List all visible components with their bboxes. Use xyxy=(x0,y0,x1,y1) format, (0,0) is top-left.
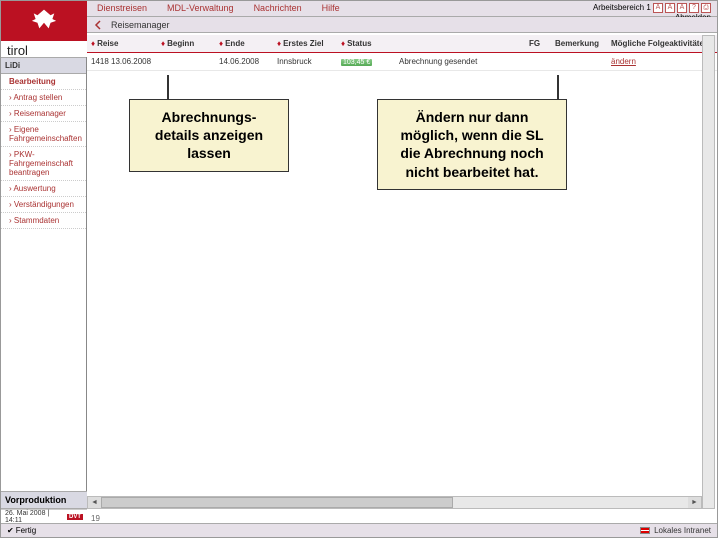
footer-date: 26. Mai 2008 | 14:11 xyxy=(5,510,67,524)
help-icon[interactable]: ? xyxy=(689,3,699,13)
annotation-right: Ändern nur dann möglich, wenn die SL die… xyxy=(377,99,567,190)
menu-dienstreisen[interactable]: Dienstreisen xyxy=(87,1,157,16)
table-row[interactable]: 1418 13.06.2008 14.06.2008 Innsbruck 103… xyxy=(87,53,717,71)
back-icon[interactable] xyxy=(91,19,107,31)
menu-hilfe[interactable]: Hilfe xyxy=(312,1,350,16)
th-ziel[interactable]: ♦Erstes Ziel xyxy=(273,37,337,50)
th-aktivitaeten[interactable]: Mögliche Folgeaktivitäten xyxy=(607,37,717,50)
logo: tirol xyxy=(1,1,87,57)
main-content: ♦Reise ♦Beginn ♦Ende ♦Erstes Ziel ♦Statu… xyxy=(87,35,717,509)
scroll-left-icon[interactable]: ◄ xyxy=(88,497,101,508)
done-icon: ✔ xyxy=(7,526,14,535)
sidebar-head: LiDi xyxy=(1,57,86,74)
table-header: ♦Reise ♦Beginn ♦Ende ♦Erstes Ziel ♦Statu… xyxy=(87,35,717,53)
sidebar-item-pkw[interactable]: PKW-Fahrgemeinschaft beantragen xyxy=(1,147,86,181)
sidebar-section: Bearbeitung xyxy=(1,74,86,90)
th-ende[interactable]: ♦Ende xyxy=(215,37,273,50)
horizontal-scrollbar[interactable]: ◄ ► xyxy=(87,496,702,509)
zoom-out-icon[interactable]: A xyxy=(653,3,663,13)
cell-reise: 1418 13.06.2008 xyxy=(87,55,157,68)
cell-ziel: Innsbruck xyxy=(273,55,337,68)
page-number: 19 xyxy=(91,514,100,523)
th-status[interactable]: ♦Status xyxy=(337,37,395,50)
cell-status-badge: 103,45 € xyxy=(337,55,395,68)
sidebar-item-reisemanager[interactable]: Reisemanager xyxy=(1,106,86,122)
status-net: Lokales Intranet xyxy=(654,526,711,535)
sidebar-item-fahrgemeinschaften[interactable]: Eigene Fahrgemeinschaften xyxy=(1,122,86,147)
scrollbar-thumb[interactable] xyxy=(101,497,453,508)
sidebar-item-verstaendigungen[interactable]: Verständigungen xyxy=(1,197,86,213)
sidebar: LiDi Bearbeitung Antrag stellen Reiseman… xyxy=(1,57,87,509)
th-fg[interactable]: FG xyxy=(525,37,551,50)
footer-dvt: DVT xyxy=(67,514,83,520)
th-bemerkung[interactable]: Bemerkung xyxy=(551,37,607,50)
cell-fg xyxy=(525,60,551,64)
sidebar-foot: Vorproduktion xyxy=(1,491,87,509)
breadcrumb: Reisemanager xyxy=(87,17,717,33)
cell-ende: 14.06.2008 xyxy=(215,55,273,68)
status-done: Fertig xyxy=(16,526,36,535)
sidebar-item-stammdaten[interactable]: Stammdaten xyxy=(1,213,86,229)
eagle-icon xyxy=(1,1,87,37)
annotation-line-left xyxy=(167,75,169,99)
cell-status-text: Abrechnung gesendet xyxy=(395,55,525,68)
th-beginn[interactable]: ♦Beginn xyxy=(157,37,215,50)
cell-beginn xyxy=(157,60,215,64)
th-empty xyxy=(395,42,525,46)
intranet-icon xyxy=(640,527,650,534)
sidebar-item-antrag[interactable]: Antrag stellen xyxy=(1,90,86,106)
th-reise[interactable]: ♦Reise xyxy=(87,37,157,50)
menu-nachrichten[interactable]: Nachrichten xyxy=(244,1,312,16)
print-icon[interactable]: ⎙ xyxy=(701,3,711,13)
annotation-line-right xyxy=(557,75,559,99)
statusbar: ✔ Fertig Lokales Intranet xyxy=(1,523,717,537)
cell-bemerkung xyxy=(551,60,607,64)
footer-info: 26. Mai 2008 | 14:11 DVT xyxy=(1,509,87,523)
scroll-right-icon[interactable]: ► xyxy=(688,497,701,508)
sidebar-item-auswertung[interactable]: Auswertung xyxy=(1,181,86,197)
workspace-label: Arbeitsbereich 1 xyxy=(593,3,651,12)
vertical-scrollbar[interactable] xyxy=(702,35,715,509)
logo-text: tirol xyxy=(1,41,87,58)
annotation-left: Abrechnungs- details anzeigen lassen xyxy=(129,99,289,172)
zoom-reset-icon[interactable]: A xyxy=(665,3,675,13)
cell-aktion[interactable]: ändern xyxy=(607,55,717,68)
menu-mdl[interactable]: MDL-Verwaltung xyxy=(157,1,244,16)
zoom-in-icon[interactable]: A xyxy=(677,3,687,13)
breadcrumb-text: Reisemanager xyxy=(111,20,170,30)
